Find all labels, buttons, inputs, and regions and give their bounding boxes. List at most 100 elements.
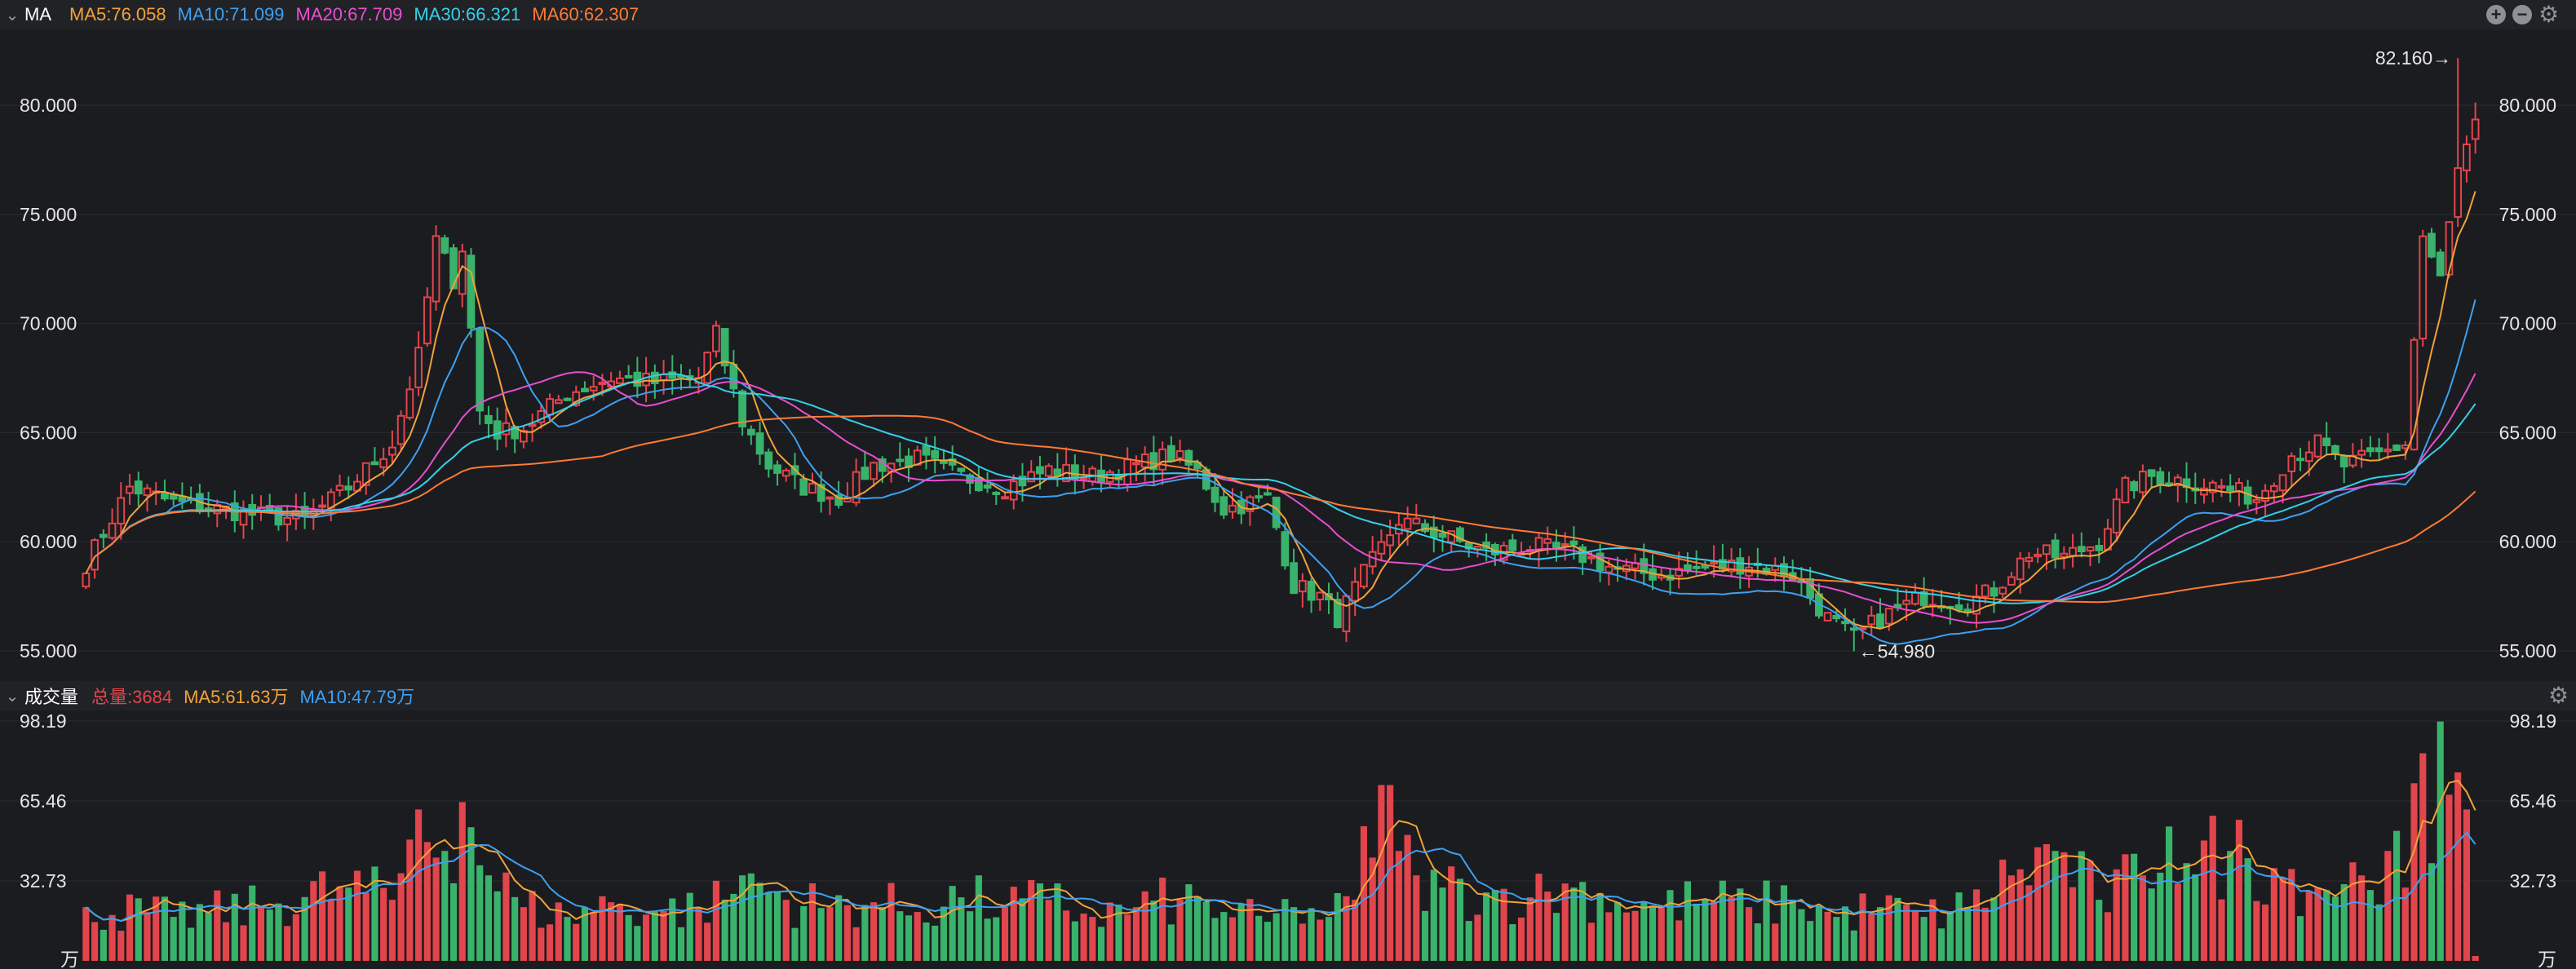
volume-bar	[2209, 816, 2216, 961]
candle-body	[589, 386, 598, 392]
volume-bar	[1237, 903, 1245, 961]
volume-bar	[1132, 907, 1140, 961]
volume-bar	[266, 909, 273, 961]
candle-body	[143, 487, 152, 497]
candle-body	[2069, 546, 2077, 557]
volume-bar	[188, 927, 195, 961]
candle-body	[2217, 484, 2226, 489]
gear-icon[interactable]: ⚙	[2548, 684, 2569, 707]
panel-controls: + − ⚙	[2486, 0, 2559, 29]
price-chart[interactable]: 80.000 80.000 75.000 75.000 70.000 70.000 65.0…	[0, 29, 2576, 675]
candle-body	[624, 374, 633, 378]
volume-bar	[773, 891, 781, 961]
candle-body	[992, 491, 1001, 495]
candle-body	[764, 451, 773, 470]
volume-bar	[362, 892, 370, 961]
volume-bar	[1220, 912, 1228, 961]
candle-body	[2383, 448, 2392, 453]
volume-bar	[564, 917, 571, 961]
candle-body	[2060, 552, 2069, 558]
volume-bar	[1378, 785, 1385, 961]
candle-body	[2034, 553, 2043, 558]
candle-body	[581, 387, 589, 392]
y-tick-label-right: 55.000	[2499, 640, 2556, 661]
candle-body	[493, 420, 502, 440]
volume-bar	[1780, 885, 1788, 961]
volume-controls: ⚙	[2548, 681, 2569, 710]
candle-body	[467, 254, 476, 329]
volume-bar	[2104, 912, 2112, 961]
volume-bar	[1981, 907, 1989, 961]
volume-bar	[599, 896, 606, 961]
volume-bar	[1509, 924, 1516, 961]
candle-body	[2226, 485, 2235, 492]
candle-body	[134, 480, 143, 495]
y-tick-label-right: 60.000	[2499, 531, 2556, 552]
volume-bar	[1596, 892, 1604, 961]
y-tick-label-right: 80.000	[2499, 95, 2556, 116]
candle-body	[1508, 539, 1517, 551]
y-tick-label-right: 65.000	[2499, 422, 2556, 443]
plus-circle-icon[interactable]: +	[2486, 5, 2506, 24]
candle-body	[1990, 587, 1998, 597]
volume-tick-right: 98.19	[2509, 710, 2556, 732]
volume-bar	[1281, 899, 1289, 961]
volume-bar	[1360, 825, 1368, 961]
volume-bar	[2174, 883, 2181, 961]
chevron-down-icon[interactable]: ⌄	[0, 5, 24, 25]
candle-body	[720, 328, 729, 367]
candle-body	[931, 449, 940, 459]
candle-body	[1036, 466, 1044, 475]
volume-bar	[975, 875, 982, 961]
candle-body	[423, 296, 432, 345]
volume-bar	[852, 927, 860, 961]
volume-bar	[1955, 892, 1963, 961]
volume-bar	[2244, 858, 2251, 961]
candle-body	[861, 467, 870, 480]
ma-label: MA20:67.709	[295, 4, 403, 24]
candle-body	[1806, 577, 1815, 599]
volume-bar	[1649, 905, 1657, 961]
volume-bar	[2166, 826, 2173, 961]
volume-bar	[1255, 915, 1263, 961]
volume-bar	[1824, 911, 1831, 961]
candle-body	[476, 328, 485, 412]
chevron-down-icon[interactable]: ⌄	[0, 686, 24, 706]
candle-body	[1298, 580, 1307, 593]
volume-bar	[686, 892, 693, 961]
volume-bar	[1193, 896, 1202, 961]
volume-bar	[1605, 912, 1613, 961]
volume-bar	[1570, 887, 1578, 961]
volume-bar	[196, 904, 203, 961]
volume-bar	[1833, 917, 1840, 961]
volume-bar	[1842, 906, 1849, 961]
volume-bar	[161, 896, 169, 961]
volume-bar	[1010, 887, 1017, 961]
volume-bar	[1868, 914, 1875, 961]
candle-body	[1876, 613, 1884, 629]
volume-bar	[932, 925, 939, 961]
volume-bar	[91, 922, 99, 961]
candle-body	[414, 347, 423, 388]
candle-body	[1377, 541, 1386, 555]
candle-body	[1403, 517, 1412, 530]
candle-body	[2025, 556, 2034, 563]
volume-bar	[1798, 909, 1805, 961]
candle-body	[1351, 581, 1360, 602]
volume-bar	[843, 905, 851, 961]
volume-bar	[2078, 851, 2085, 961]
y-tick-label-left: 65.000	[20, 422, 77, 443]
volume-bar	[704, 923, 711, 961]
volume-bar	[1439, 887, 1446, 961]
volume-bar	[2366, 890, 2374, 961]
volume-chart[interactable]: 98.19 98.19 65.46 65.46 32.73 32.73 万 万	[0, 710, 2576, 969]
volume-bar	[1999, 859, 2007, 961]
volume-tick-right: 32.73	[2509, 870, 2556, 892]
gear-icon[interactable]: ⚙	[2538, 3, 2559, 26]
candle-body	[1316, 591, 1325, 600]
volume-bar	[546, 924, 554, 961]
minus-circle-icon[interactable]: −	[2512, 5, 2532, 24]
volume-bar	[643, 914, 650, 961]
volume-bar	[1019, 898, 1026, 961]
volume-bar	[2227, 851, 2234, 961]
